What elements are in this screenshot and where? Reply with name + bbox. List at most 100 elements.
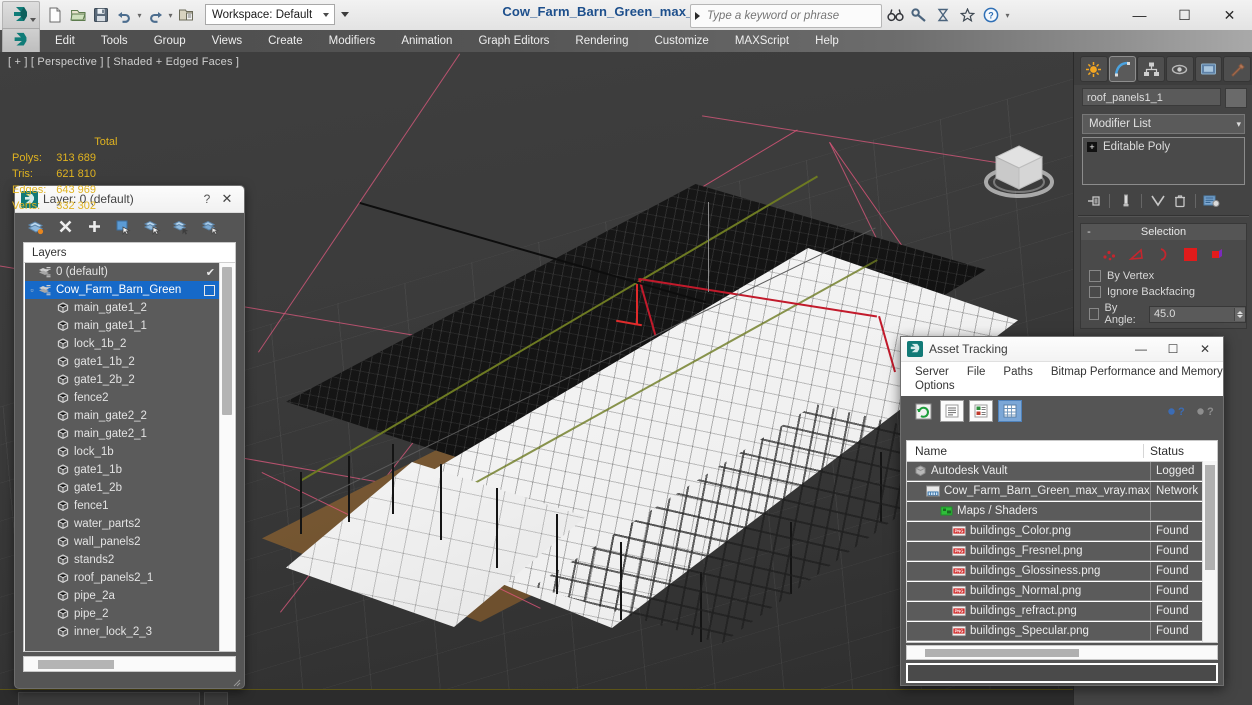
asset-table-row[interactable]: Autodesk Vault Logged xyxy=(907,461,1203,481)
star-favorites-icon[interactable] xyxy=(956,5,978,26)
layer-expander-icon[interactable]: ▫ xyxy=(27,285,37,295)
edge-sublevel-button[interactable] xyxy=(1128,245,1146,263)
layer-list-item[interactable]: 0 (default) ✔ xyxy=(25,263,221,281)
layer-dialog-resize-grip[interactable] xyxy=(233,678,241,687)
by-vertex-checkbox[interactable] xyxy=(1089,270,1101,282)
object-name-field[interactable]: roof_panels1_1 xyxy=(1082,88,1221,106)
asset-table-row[interactable]: PNG buildings_Fresnel.png Found xyxy=(907,541,1203,561)
select-objects-icon[interactable] xyxy=(114,218,132,236)
by-angle-row[interactable]: By Angle: xyxy=(1081,300,1246,328)
layer-dialog-help-button[interactable]: ? xyxy=(198,192,216,206)
rollout-collapse-icon[interactable]: - xyxy=(1081,226,1097,238)
pin-stack-icon[interactable] xyxy=(1084,192,1103,209)
asset-row-name-cell[interactable]: PNG buildings_Specular.png xyxy=(907,621,1150,640)
object-color-swatch[interactable] xyxy=(1225,88,1247,108)
asset-row-name-cell[interactable]: PNG buildings_Normal.png xyxy=(907,581,1150,600)
asset-tracking-minimize-button[interactable]: — xyxy=(1125,338,1157,361)
show-end-result-icon[interactable] xyxy=(1116,192,1135,209)
asset-row-name-cell[interactable]: PNG buildings_Glossiness.png xyxy=(907,561,1150,580)
border-sublevel-button[interactable] xyxy=(1155,245,1173,263)
remove-modifier-icon[interactable] xyxy=(1170,192,1189,209)
layer-list-hscroll-thumb[interactable] xyxy=(38,660,114,669)
layer-list-item[interactable]: water_parts2 xyxy=(25,515,221,533)
asset-row-name-cell[interactable]: PNG buildings_refract.png xyxy=(907,601,1150,620)
by-angle-input[interactable] xyxy=(1149,307,1234,321)
hierarchy-tab[interactable] xyxy=(1137,56,1166,82)
layer-list-item[interactable]: main_gate2_1 xyxy=(25,425,221,443)
asset-row-name-cell[interactable]: PNG buildings_Color.png xyxy=(907,521,1150,540)
asset-grid-hscroll-thumb[interactable] xyxy=(925,649,1079,657)
layer-list-item[interactable]: inner_lock_2_3 xyxy=(25,623,221,641)
make-unique-icon[interactable] xyxy=(1148,192,1167,209)
new-layer-icon[interactable] xyxy=(27,218,45,236)
search-binoculars-icon[interactable] xyxy=(884,5,906,26)
search-input[interactable] xyxy=(704,5,881,27)
modify-tab[interactable] xyxy=(1108,56,1137,82)
asset-tracking-dialog[interactable]: Asset Tracking — ☐ ✕ Server File Paths Bitm… xyxy=(900,336,1224,686)
asset-grid-horizontal-scrollbar[interactable] xyxy=(906,645,1218,660)
asset-grid-vertical-scrollbar[interactable] xyxy=(1202,461,1217,642)
layer-rows[interactable]: 0 (default) ✔ ▫ Cow_Farm_Barn_Green main_gat… xyxy=(25,263,221,651)
layer-list-scroll-thumb[interactable] xyxy=(222,267,232,415)
menu-item-rendering[interactable]: Rendering xyxy=(562,30,641,52)
menu-item-maxscript[interactable]: MAXScript xyxy=(722,30,802,52)
asset-column-name[interactable]: Name xyxy=(907,444,1143,458)
help-circle-icon[interactable]: ? xyxy=(980,5,1002,26)
layer-list-item[interactable]: pipe_2 xyxy=(25,605,221,623)
layer-list-item[interactable]: lock_1b_2 xyxy=(25,335,221,353)
asset-menu-bitmap-performance-and-memory[interactable]: Bitmap Performance and Memory xyxy=(1042,365,1232,379)
polygon-sublevel-button[interactable] xyxy=(1182,245,1200,263)
layer-list-item[interactable]: gate1_1b xyxy=(25,461,221,479)
display-tab[interactable] xyxy=(1194,56,1223,82)
asset-grid-rows[interactable]: Autodesk Vault Logged Cow_Farm_Barn_Green_… xyxy=(907,461,1203,642)
asset-row-name-cell[interactable]: PNG buildings_Fresnel.png xyxy=(907,541,1150,560)
modifier-list-dropdown[interactable]: Modifier List ▾ xyxy=(1082,114,1245,134)
list-view-icon[interactable] xyxy=(940,400,964,422)
asset-tracking-maximize-button[interactable]: ☐ xyxy=(1157,338,1189,361)
element-sublevel-button[interactable] xyxy=(1209,245,1227,263)
layer-list-horizontal-scrollbar[interactable] xyxy=(23,656,236,672)
layer-list-item[interactable]: main_gate1_1 xyxy=(25,317,221,335)
help-dropdown-caret-icon[interactable]: ▾ xyxy=(1004,3,1011,27)
by-angle-checkbox[interactable] xyxy=(1089,308,1100,320)
detail-view-icon[interactable] xyxy=(969,400,993,422)
layer-list-item[interactable]: wall_panels2 xyxy=(25,533,221,551)
asset-table-row[interactable]: Maps / Shaders xyxy=(907,501,1203,521)
set-current-layer-icon[interactable] xyxy=(172,218,190,236)
highlight-selected-icon[interactable] xyxy=(143,218,161,236)
asset-table-row[interactable]: Cow_Farm_Barn_Green_max_vray.max Network xyxy=(907,481,1203,501)
asset-row-name-cell[interactable]: Maps / Shaders xyxy=(907,501,1150,520)
menu-item-tools[interactable]: Tools xyxy=(88,30,141,52)
asset-column-status[interactable]: Status xyxy=(1143,444,1203,458)
layer-list-item[interactable]: fence2 xyxy=(25,389,221,407)
utilities-tab[interactable] xyxy=(1223,56,1252,82)
asset-tracking-grid[interactable]: Name Status Autodesk Vault Logged Cow_Farm… xyxy=(906,440,1218,643)
asset-table-row[interactable]: PNG buildings_Specular.png Found xyxy=(907,621,1203,641)
viewport-label[interactable]: [ + ] [ Perspective ] [ Shaded + Edged F… xyxy=(8,56,239,68)
layer-list-vertical-scrollbar[interactable] xyxy=(219,263,234,651)
asset-table-row[interactable]: PNG buildings_Glossiness.png Found xyxy=(907,561,1203,581)
search-box[interactable] xyxy=(690,4,882,28)
layer-dialog-close-button[interactable]: ✕ xyxy=(216,191,238,207)
menu-item-modifiers[interactable]: Modifiers xyxy=(316,30,389,52)
menu-item-create[interactable]: Create xyxy=(255,30,316,52)
layer-list-item[interactable]: lock_1b xyxy=(25,443,221,461)
menu-item-customize[interactable]: Customize xyxy=(641,30,721,52)
layer-list-item[interactable]: main_gate1_2 xyxy=(25,299,221,317)
selection-rollout-header[interactable]: - Selection xyxy=(1081,224,1246,240)
vertex-sublevel-button[interactable] xyxy=(1101,245,1119,263)
menu-item-help[interactable]: Help xyxy=(802,30,852,52)
ignore-backfacing-checkbox-row[interactable]: Ignore Backfacing xyxy=(1081,284,1246,300)
asset-tracking-close-button[interactable]: ✕ xyxy=(1189,338,1221,361)
view-cube-gizmo[interactable] xyxy=(978,134,1060,210)
layer-list-item[interactable]: stands2 xyxy=(25,551,221,569)
asset-grid-scroll-thumb[interactable] xyxy=(1205,465,1215,570)
menu-item-graph-editors[interactable]: Graph Editors xyxy=(465,30,562,52)
layer-hide-checkbox[interactable] xyxy=(204,284,215,296)
hide-layer-icon[interactable] xyxy=(201,218,219,236)
hourglass-icon[interactable] xyxy=(932,5,954,26)
asset-table-row[interactable]: PNG buildings_Normal.png Found xyxy=(907,581,1203,601)
asset-row-name-cell[interactable]: Autodesk Vault xyxy=(907,461,1150,480)
asset-row-name-cell[interactable]: PNGground_Color.png xyxy=(907,641,1150,642)
layer-list-item[interactable]: ▫ Cow_Farm_Barn_Green xyxy=(25,281,221,299)
